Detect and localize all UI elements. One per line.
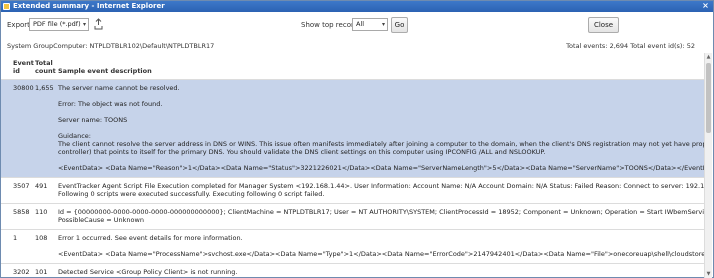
description-line: Server name: TOONS: [58, 116, 128, 124]
description-line: <EventData> <Data Name="ProcessName">svc…: [58, 250, 705, 258]
table-row[interactable]: 3507 491 EventTracker Agent Script File Ex…: [1, 177, 705, 203]
event-id-cell: 5858: [13, 208, 30, 216]
top-records-select[interactable]: All ▾: [352, 18, 388, 31]
vertical-scrollbar[interactable]: ▲ ▼: [704, 53, 712, 278]
total-count-cell: 101: [35, 268, 48, 276]
browser-window: Extended summary - Internet Explorer × E…: [0, 0, 714, 278]
table-row[interactable]: 3202 101 Detected Service <Group Policy Cl…: [1, 263, 705, 278]
scroll-down-icon[interactable]: ▼: [705, 270, 712, 278]
chevron-down-icon: ▾: [82, 21, 86, 28]
table-row[interactable]: 30800 1,655 The server name cannot be reso…: [1, 79, 705, 177]
header-description[interactable]: Sample event description: [58, 67, 152, 75]
total-count-cell: 110: [35, 208, 48, 216]
table-row[interactable]: 1 108 Error 1 occurred. See event details …: [1, 229, 705, 263]
event-id-cell: 3507: [13, 182, 30, 190]
description-line: Following 0 scripts were executed succes…: [58, 190, 325, 198]
top-records-value: All: [356, 20, 365, 28]
scroll-thumb[interactable]: [706, 63, 711, 133]
export-icon[interactable]: [94, 18, 103, 30]
close-button[interactable]: Close: [588, 17, 619, 33]
system-path: System GroupComputer: NTPLDTBLR102\Defau…: [7, 42, 215, 50]
total-count-cell: 1,655: [35, 84, 54, 92]
event-id-cell: 1: [13, 234, 18, 242]
header-total-count-line2: count: [35, 67, 56, 75]
window-title: Extended summary - Internet Explorer: [13, 2, 165, 10]
export-format-value: PDF file (*.pdf): [33, 20, 81, 28]
events-table: Event id Total count Sample event descri…: [1, 53, 713, 278]
description-line: PossibleCause = Unknown: [58, 216, 144, 224]
header-event-id-line1: Event: [13, 59, 34, 67]
description-line: The server name cannot be resolved.: [58, 84, 180, 92]
description-line: controller) that points to itself for th…: [58, 148, 546, 156]
event-id-cell: 3202: [13, 268, 30, 276]
go-button[interactable]: Go: [391, 17, 408, 33]
header-event-id-line2: id: [13, 67, 20, 75]
table-row[interactable]: 5858 110 Id = {00000000-0000-0000-0000-000…: [1, 203, 705, 229]
description-line: The client cannot resolve the server add…: [58, 140, 705, 148]
description-line: Error 1 occurred. See event details for …: [58, 234, 243, 242]
description-line: Id = {00000000-0000-0000-0000-0000000000…: [58, 208, 705, 216]
total-count-cell: 108: [35, 234, 48, 242]
totals-summary: Total events: 2,694 Total event id(s): 5…: [566, 42, 695, 50]
total-count-cell: 491: [35, 182, 48, 190]
toolbar: Export PDF file (*.pdf) ▾ Show top recor…: [1, 13, 713, 37]
header-event-id[interactable]: Event id: [13, 59, 34, 75]
description-line: Error: The object was not found.: [58, 100, 163, 108]
description-line: EventTracker Agent Script File Execution…: [58, 182, 705, 190]
description-line: Guidance:: [58, 132, 91, 140]
title-bar: Extended summary - Internet Explorer ×: [1, 1, 713, 12]
description-line: <EventData> <Data Name="Reason">1</Data>…: [58, 164, 705, 172]
app-icon: [3, 3, 10, 10]
export-format-select[interactable]: PDF file (*.pdf) ▾: [29, 18, 89, 31]
header-total-count-line1: Total: [35, 59, 53, 67]
event-id-cell: 30800: [13, 84, 34, 92]
window-close-icon[interactable]: ×: [701, 2, 710, 11]
description-line: Detected Service <Group Policy Client> i…: [58, 268, 238, 276]
header-total-count[interactable]: Total count: [35, 59, 56, 75]
export-label: Export: [7, 21, 30, 29]
chevron-down-icon: ▾: [381, 21, 385, 28]
scroll-up-icon[interactable]: ▲: [705, 53, 712, 61]
table-body: 30800 1,655 The server name cannot be reso…: [1, 79, 705, 278]
